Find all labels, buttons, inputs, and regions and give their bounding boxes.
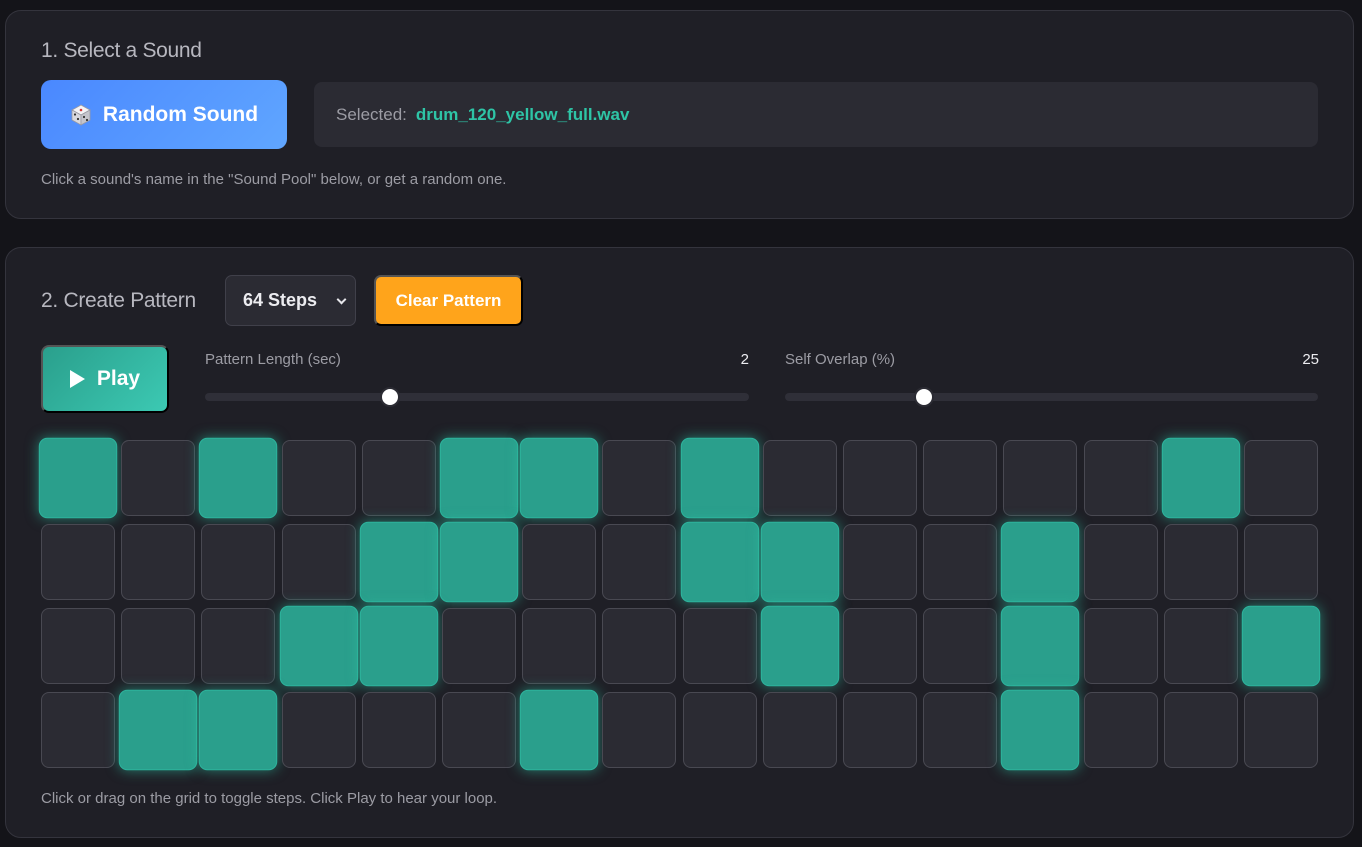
step-cell[interactable] — [1003, 440, 1078, 516]
create-pattern-title: 2. Create Pattern — [41, 289, 196, 312]
step-cell[interactable] — [359, 605, 439, 687]
step-sequencer-grid[interactable] — [38, 437, 1323, 771]
select-sound-hint: Click a sound's name in the "Sound Pool"… — [41, 171, 507, 188]
step-cell[interactable] — [201, 524, 276, 600]
step-cell[interactable] — [519, 437, 599, 519]
step-cell[interactable] — [281, 524, 356, 600]
pattern-length-value: 2 — [740, 351, 749, 368]
step-cell[interactable] — [602, 524, 677, 600]
step-cell[interactable] — [199, 689, 278, 771]
step-cell[interactable] — [923, 692, 998, 768]
random-sound-button[interactable]: Random Sound — [41, 80, 287, 149]
pattern-length-slider[interactable] — [205, 387, 749, 407]
step-cell[interactable] — [923, 524, 998, 600]
step-cell[interactable] — [1244, 440, 1318, 516]
step-cell[interactable] — [279, 605, 358, 687]
step-cell[interactable] — [1001, 689, 1080, 771]
step-cell[interactable] — [1001, 521, 1080, 603]
step-cell[interactable] — [118, 689, 198, 771]
self-overlap-slider[interactable] — [785, 387, 1318, 407]
step-cell[interactable] — [41, 692, 115, 768]
steps-select-value: 64 Steps — [243, 290, 318, 310]
selected-sound-name: drum_120_yellow_full.wav — [415, 104, 630, 124]
step-cell[interactable] — [680, 437, 759, 519]
step-cell[interactable] — [760, 521, 840, 603]
step-cell[interactable] — [1083, 692, 1158, 768]
pattern-length-slider-thumb[interactable] — [379, 387, 400, 407]
step-cell[interactable] — [201, 608, 276, 684]
step-cell[interactable] — [1163, 692, 1238, 768]
step-cell[interactable] — [1244, 692, 1318, 768]
step-cell[interactable] — [359, 521, 439, 603]
step-cell[interactable] — [680, 521, 759, 603]
step-cell[interactable] — [522, 608, 597, 684]
step-cell[interactable] — [762, 692, 837, 768]
step-cell[interactable] — [442, 608, 516, 684]
step-cell[interactable] — [281, 440, 356, 516]
step-cell[interactable] — [923, 440, 998, 516]
step-cell[interactable] — [843, 608, 917, 684]
step-cell[interactable] — [1163, 608, 1238, 684]
step-cell[interactable] — [1083, 608, 1158, 684]
step-cell[interactable] — [41, 608, 115, 684]
dice-icon — [70, 104, 92, 126]
select-sound-panel: 1. Select a Sound Random Sound Selected:… — [5, 10, 1354, 219]
self-overlap-value: 25 — [1302, 351, 1319, 368]
chevron-down-icon — [336, 294, 347, 305]
step-cell[interactable] — [361, 692, 436, 768]
step-cell[interactable] — [682, 608, 757, 684]
step-cell[interactable] — [361, 440, 436, 516]
steps-select[interactable]: 64 Steps — [225, 275, 356, 326]
clear-pattern-button[interactable]: Clear Pattern — [374, 275, 523, 326]
step-cell[interactable] — [1161, 437, 1241, 519]
play-button-label: Play — [96, 367, 141, 390]
step-cell[interactable] — [923, 608, 998, 684]
step-cell[interactable] — [1083, 440, 1158, 516]
self-overlap-label: Self Overlap (%) — [785, 351, 896, 368]
step-cell[interactable] — [762, 440, 837, 516]
step-cell[interactable] — [38, 437, 118, 519]
step-cell[interactable] — [281, 692, 356, 768]
play-button[interactable]: Play — [41, 345, 169, 413]
step-cell[interactable] — [682, 692, 757, 768]
step-cell[interactable] — [1244, 524, 1318, 600]
create-pattern-panel: 2. Create Pattern 64 Steps Clear Pattern… — [5, 247, 1354, 838]
step-cell[interactable] — [1241, 605, 1321, 687]
random-sound-label: Random Sound — [102, 102, 259, 126]
step-cell[interactable] — [439, 521, 519, 603]
step-cell[interactable] — [121, 608, 196, 684]
step-cell[interactable] — [760, 605, 840, 687]
step-cell[interactable] — [1163, 524, 1238, 600]
step-cell[interactable] — [439, 437, 519, 519]
selected-label: Selected: — [336, 104, 407, 124]
selected-sound-display: Selected: drum_120_yellow_full.wav — [314, 82, 1318, 147]
step-cell[interactable] — [442, 692, 516, 768]
step-cell[interactable] — [602, 692, 677, 768]
step-cell[interactable] — [41, 524, 115, 600]
step-cell[interactable] — [1083, 524, 1158, 600]
step-cell[interactable] — [1001, 605, 1080, 687]
step-cell[interactable] — [519, 689, 599, 771]
create-pattern-hint: Click or drag on the grid to toggle step… — [41, 790, 498, 807]
step-cell[interactable] — [843, 692, 917, 768]
step-cell[interactable] — [121, 440, 196, 516]
play-icon — [69, 370, 85, 388]
step-cell[interactable] — [602, 608, 677, 684]
step-cell[interactable] — [199, 437, 278, 519]
select-sound-title: 1. Select a Sound — [41, 39, 202, 62]
self-overlap-slider-thumb[interactable] — [913, 387, 934, 407]
step-cell[interactable] — [843, 524, 917, 600]
pattern-length-label: Pattern Length (sec) — [205, 351, 341, 368]
step-cell[interactable] — [602, 440, 677, 516]
step-cell[interactable] — [843, 440, 917, 516]
step-cell[interactable] — [522, 524, 597, 600]
step-cell[interactable] — [121, 524, 196, 600]
